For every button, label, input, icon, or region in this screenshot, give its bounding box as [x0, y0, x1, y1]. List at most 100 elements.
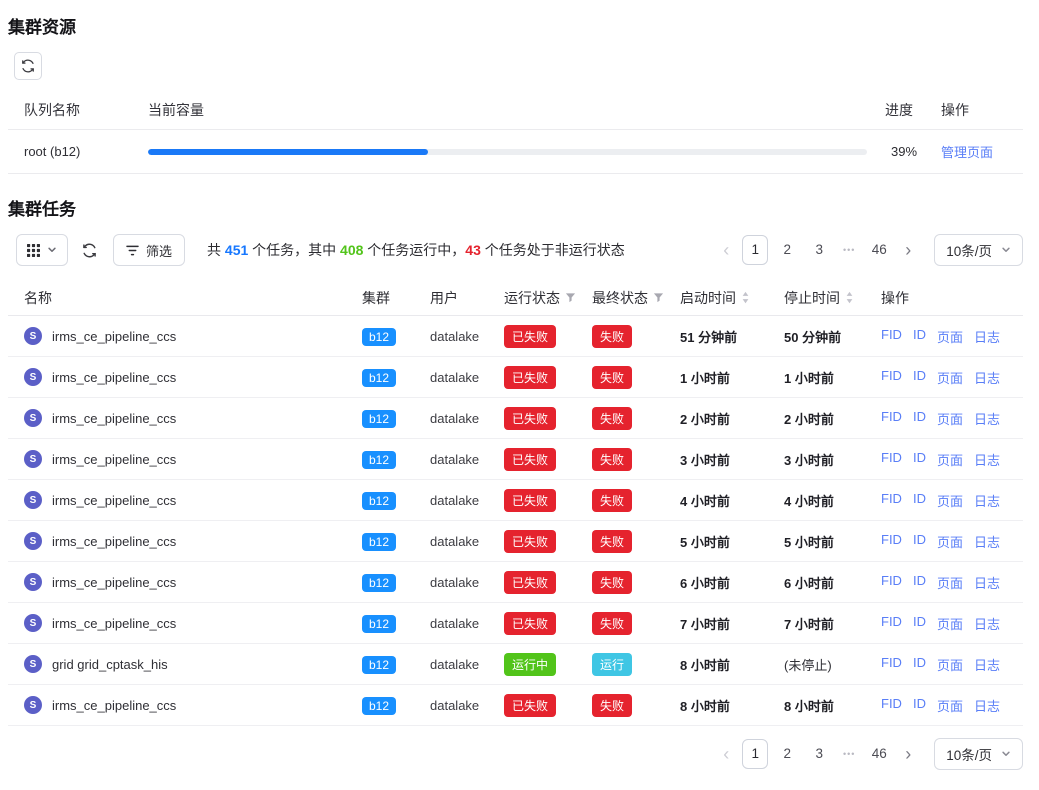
id-link[interactable]: ID — [913, 696, 926, 715]
prev-page-button[interactable]: ‹ — [716, 739, 736, 769]
id-link[interactable]: ID — [913, 327, 926, 346]
page-link[interactable]: 页面 — [937, 450, 963, 469]
fid-link[interactable]: FID — [881, 614, 902, 633]
tasks-refresh-button[interactable] — [76, 234, 103, 266]
task-row: S irms_ce_pipeline_ccs b12 datalake 已失败 … — [8, 521, 1023, 562]
fid-link[interactable]: FID — [881, 409, 902, 428]
task-actions-cell: FID ID 页面 日志 — [873, 327, 1023, 346]
run-status-badge: 已失败 — [504, 489, 556, 512]
run-status-cell: 已失败 — [504, 571, 592, 594]
start-time: 5 小时前 — [680, 532, 784, 551]
page-link[interactable]: 页面 — [937, 532, 963, 551]
run-status-cell: 已失败 — [504, 694, 592, 717]
fid-link[interactable]: FID — [881, 327, 902, 346]
fid-link[interactable]: FID — [881, 368, 902, 387]
page-size-select[interactable]: 10条/页 — [934, 234, 1023, 266]
page-link[interactable]: 页面 — [937, 327, 963, 346]
stop-time: 2 小时前 — [784, 409, 873, 428]
log-link[interactable]: 日志 — [974, 327, 1000, 346]
fid-link[interactable]: FID — [881, 532, 902, 551]
resources-refresh-button[interactable] — [14, 52, 42, 80]
task-row: S irms_ce_pipeline_ccs b12 datalake 已失败 … — [8, 685, 1023, 726]
chevron-down-icon — [47, 245, 57, 255]
cluster-badge: b12 — [362, 492, 396, 510]
sort-icon[interactable] — [845, 291, 854, 304]
log-link[interactable]: 日志 — [974, 696, 1000, 715]
tasks-table: 名称 集群 用户 运行状态 最终状态 — [8, 280, 1023, 726]
page-button-3[interactable]: 3 — [806, 739, 832, 769]
fid-link[interactable]: FID — [881, 450, 902, 469]
run-status-badge: 已失败 — [504, 612, 556, 635]
page-link[interactable]: 页面 — [937, 573, 963, 592]
next-page-button[interactable]: › — [898, 739, 918, 769]
final-status-badge: 失败 — [592, 407, 632, 430]
view-options-dropdown-button[interactable] — [16, 234, 68, 266]
id-link[interactable]: ID — [913, 614, 926, 633]
cluster-badge: b12 — [362, 533, 396, 551]
filter-button[interactable]: 筛选 — [113, 234, 185, 266]
page-button-1[interactable]: 1 — [742, 235, 768, 265]
id-link[interactable]: ID — [913, 409, 926, 428]
stop-time: 1 小时前 — [784, 368, 873, 387]
page-button-46[interactable]: 46 — [866, 235, 892, 265]
log-link[interactable]: 日志 — [974, 409, 1000, 428]
id-link[interactable]: ID — [913, 491, 926, 510]
task-actions-cell: FID ID 页面 日志 — [873, 696, 1023, 715]
run-status-badge: 运行中 — [504, 653, 556, 676]
final-status-badge: 运行 — [592, 653, 632, 676]
page-link[interactable]: 页面 — [937, 491, 963, 510]
prev-page-button[interactable]: ‹ — [716, 235, 736, 265]
page-link[interactable]: 页面 — [937, 409, 963, 428]
page-link[interactable]: 页面 — [937, 696, 963, 715]
fid-link[interactable]: FID — [881, 655, 902, 674]
id-link[interactable]: ID — [913, 573, 926, 592]
next-page-button[interactable]: › — [898, 235, 918, 265]
page-button-1[interactable]: 1 — [742, 739, 768, 769]
summary-text: 个任务运行中， — [363, 242, 465, 258]
page-size-select[interactable]: 10条/页 — [934, 738, 1023, 770]
task-actions-cell: FID ID 页面 日志 — [873, 368, 1023, 387]
page-button-2[interactable]: 2 — [774, 235, 800, 265]
filter-funnel-icon[interactable] — [565, 292, 576, 303]
task-actions-cell: FID ID 页面 日志 — [873, 450, 1023, 469]
id-link[interactable]: ID — [913, 368, 926, 387]
sort-icon[interactable] — [741, 291, 750, 304]
avatar-letter: S — [30, 372, 37, 383]
log-link[interactable]: 日志 — [974, 368, 1000, 387]
refresh-icon — [82, 243, 97, 258]
log-link[interactable]: 日志 — [974, 450, 1000, 469]
start-time: 7 小时前 — [680, 614, 784, 633]
log-link[interactable]: 日志 — [974, 614, 1000, 633]
final-status-cell: 失败 — [592, 489, 680, 512]
tasks-table-header: 名称 集群 用户 运行状态 最终状态 — [8, 280, 1023, 316]
final-status-badge: 失败 — [592, 694, 632, 717]
log-link[interactable]: 日志 — [974, 491, 1000, 510]
task-user: datalake — [430, 657, 504, 672]
task-name-cell: S irms_ce_pipeline_ccs — [8, 409, 362, 427]
col-header-stop-time-label: 停止时间 — [784, 288, 840, 308]
page-link[interactable]: 页面 — [937, 655, 963, 674]
page-link[interactable]: 页面 — [937, 614, 963, 633]
page-ellipsis[interactable]: ••• — [838, 245, 860, 255]
task-user: datalake — [430, 575, 504, 590]
capacity-cell — [148, 149, 885, 155]
page-link[interactable]: 页面 — [937, 368, 963, 387]
fid-link[interactable]: FID — [881, 573, 902, 592]
page-button-2[interactable]: 2 — [774, 739, 800, 769]
manage-page-link[interactable]: 管理页面 — [941, 145, 993, 160]
page-button-46[interactable]: 46 — [866, 739, 892, 769]
stop-time: 4 小时前 — [784, 491, 873, 510]
page-button-3[interactable]: 3 — [806, 235, 832, 265]
log-link[interactable]: 日志 — [974, 573, 1000, 592]
fid-link[interactable]: FID — [881, 696, 902, 715]
task-name: irms_ce_pipeline_ccs — [52, 698, 176, 713]
id-link[interactable]: ID — [913, 450, 926, 469]
page-ellipsis[interactable]: ••• — [838, 749, 860, 759]
filter-funnel-icon[interactable] — [653, 292, 664, 303]
fid-link[interactable]: FID — [881, 491, 902, 510]
id-link[interactable]: ID — [913, 655, 926, 674]
id-link[interactable]: ID — [913, 532, 926, 551]
log-link[interactable]: 日志 — [974, 532, 1000, 551]
task-name: irms_ce_pipeline_ccs — [52, 370, 176, 385]
log-link[interactable]: 日志 — [974, 655, 1000, 674]
